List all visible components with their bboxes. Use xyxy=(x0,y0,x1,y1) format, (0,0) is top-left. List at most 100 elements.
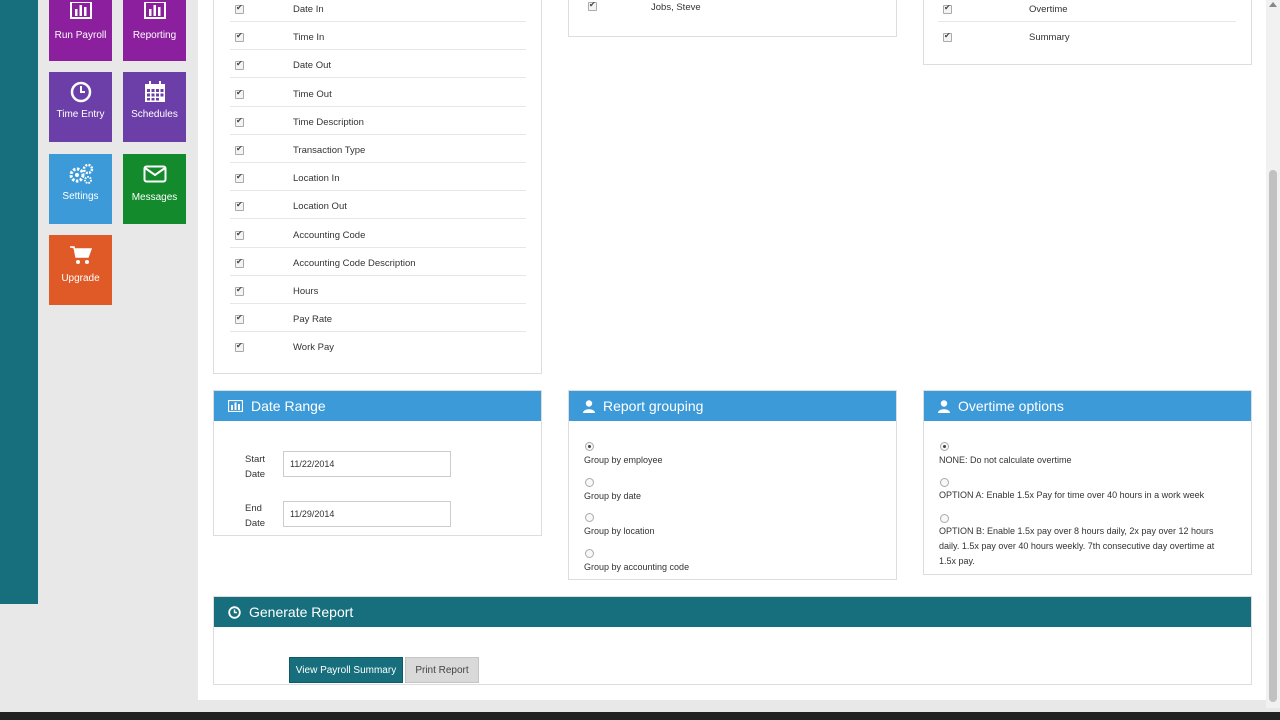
column-label: Accounting Code Description xyxy=(293,257,416,269)
list-item[interactable]: Summary xyxy=(938,22,1236,50)
list-item[interactable]: Time Description xyxy=(230,107,526,135)
panel-header: Report grouping xyxy=(569,391,896,421)
schedules-tile[interactable]: Schedules xyxy=(123,72,186,142)
date-range-panel: Date Range Start Date 11/22/2014 End Date … xyxy=(213,390,542,536)
scrollbar-thumb[interactable] xyxy=(1269,170,1277,702)
column-label: Time Description xyxy=(293,116,364,128)
column-label: Date In xyxy=(293,4,324,15)
column-label: Location Out xyxy=(293,201,347,213)
column-label: Accounting Code xyxy=(293,229,366,241)
grouping-radio[interactable] xyxy=(585,477,594,487)
tile-label: Reporting xyxy=(132,30,177,41)
grouping-radio[interactable] xyxy=(585,549,594,559)
checkbox[interactable] xyxy=(235,3,244,14)
column-label: Time Out xyxy=(293,88,332,100)
start-date-input[interactable]: 11/22/2014 xyxy=(283,451,451,477)
end-date-input[interactable]: 11/29/2014 xyxy=(283,501,451,527)
reporting-tile[interactable]: Reporting xyxy=(123,0,186,61)
grouping-radio[interactable] xyxy=(585,513,594,523)
checkbox[interactable] xyxy=(588,0,597,11)
panel-header: Date Range xyxy=(214,391,541,421)
overtime-option-b-label: OPTION B: Enable 1.5x pay over 8 hours d… xyxy=(939,526,1215,566)
overtime-option-b-radio[interactable] xyxy=(940,514,949,523)
panel-header: Overtime options xyxy=(924,391,1251,421)
list-item[interactable]: Date Out xyxy=(230,50,526,79)
checkbox[interactable] xyxy=(235,229,244,240)
list-item[interactable]: Date In xyxy=(230,0,526,22)
panel-title: Date Range xyxy=(251,398,326,414)
checkbox[interactable] xyxy=(235,172,244,184)
checkbox[interactable] xyxy=(235,88,244,99)
overtime-option-a-radio[interactable] xyxy=(940,478,949,487)
taskbar-edge xyxy=(0,712,1280,720)
checkbox[interactable] xyxy=(235,116,244,127)
list-item[interactable]: Overtime xyxy=(938,0,1236,22)
panel-title: Report grouping xyxy=(603,398,704,414)
settings-tile[interactable]: Settings xyxy=(49,154,112,224)
main-content: Date In Time In Date Out Time Out Time Descr… xyxy=(198,0,1266,700)
tile-label: Settings xyxy=(62,191,99,202)
cart-icon xyxy=(69,246,92,264)
column-label: Date Out xyxy=(293,60,332,72)
tile-label: Messages xyxy=(131,192,178,203)
upgrade-tile[interactable]: Upgrade xyxy=(49,235,112,305)
panel-title: Generate Report xyxy=(249,604,354,620)
list-item[interactable]: Hours xyxy=(230,276,526,304)
column-label: Work Pay xyxy=(293,342,335,354)
sidebar-strip xyxy=(0,0,38,604)
column-label: Transaction Type xyxy=(293,145,366,156)
user-icon xyxy=(583,399,595,413)
clock-icon xyxy=(228,605,241,619)
checkbox[interactable] xyxy=(235,59,244,71)
scroll-up-arrow-icon[interactable] xyxy=(1269,2,1277,7)
grouping-label: Group by location xyxy=(584,526,655,537)
list-item[interactable]: Work Pay xyxy=(230,332,526,360)
list-item[interactable]: Location Out xyxy=(230,191,526,220)
vertical-scrollbar[interactable] xyxy=(1266,0,1280,708)
view-payroll-summary-button[interactable]: View Payroll Summary xyxy=(289,657,403,683)
column-label: Location In xyxy=(293,173,340,185)
list-item[interactable]: Location In xyxy=(230,163,526,192)
overtime-options-panel: Overtime options NONE: Do not calculate … xyxy=(923,390,1252,575)
checkbox[interactable] xyxy=(235,313,244,325)
checkbox[interactable] xyxy=(235,144,244,155)
bar-chart-icon xyxy=(228,400,243,412)
checkbox[interactable] xyxy=(235,257,244,268)
checkbox[interactable] xyxy=(943,3,952,14)
bar-chart-icon xyxy=(143,2,166,19)
gears-icon xyxy=(69,163,93,184)
report-grouping-panel: Report grouping Group by employee Group b… xyxy=(568,390,897,580)
clock-icon xyxy=(70,81,91,103)
bar-chart-icon xyxy=(69,2,92,19)
grouping-label: Group by employee xyxy=(584,455,663,465)
time-entry-tile[interactable]: Time Entry xyxy=(49,72,112,142)
list-item[interactable]: Accounting Code xyxy=(230,220,526,248)
checkbox[interactable] xyxy=(235,31,244,43)
column-label: Hours xyxy=(293,286,319,297)
list-item[interactable]: Time In xyxy=(230,22,526,51)
list-item[interactable]: Accounting Code Description xyxy=(230,248,526,276)
grouping-radio[interactable] xyxy=(585,442,594,451)
checkbox[interactable] xyxy=(235,285,244,296)
tile-label: Run Payroll xyxy=(54,30,107,41)
print-report-button[interactable]: Print Report xyxy=(405,657,479,683)
list-item[interactable]: Jobs, Steve xyxy=(583,0,879,19)
list-item[interactable]: Pay Rate xyxy=(230,304,526,333)
overtime-none-radio[interactable] xyxy=(940,442,949,451)
checkbox[interactable] xyxy=(235,200,244,212)
checkbox[interactable] xyxy=(235,341,244,353)
messages-tile[interactable]: Messages xyxy=(123,154,186,224)
calendar-icon xyxy=(144,81,165,102)
grouping-label: Group by accounting code xyxy=(584,562,690,573)
report-type-panel: Overtime Summary xyxy=(923,0,1252,65)
panel-title: Overtime options xyxy=(958,398,1064,414)
checkbox[interactable] xyxy=(943,31,952,42)
end-date-label: End Date xyxy=(245,503,266,529)
run-payroll-tile[interactable]: Run Payroll xyxy=(49,0,112,61)
tile-label: Schedules xyxy=(131,109,178,120)
list-item[interactable]: Transaction Type xyxy=(230,135,526,163)
column-label: Time In xyxy=(293,32,325,44)
envelope-icon xyxy=(143,165,166,183)
start-date-label: Start Date xyxy=(245,454,266,480)
list-item[interactable]: Time Out xyxy=(230,79,526,107)
